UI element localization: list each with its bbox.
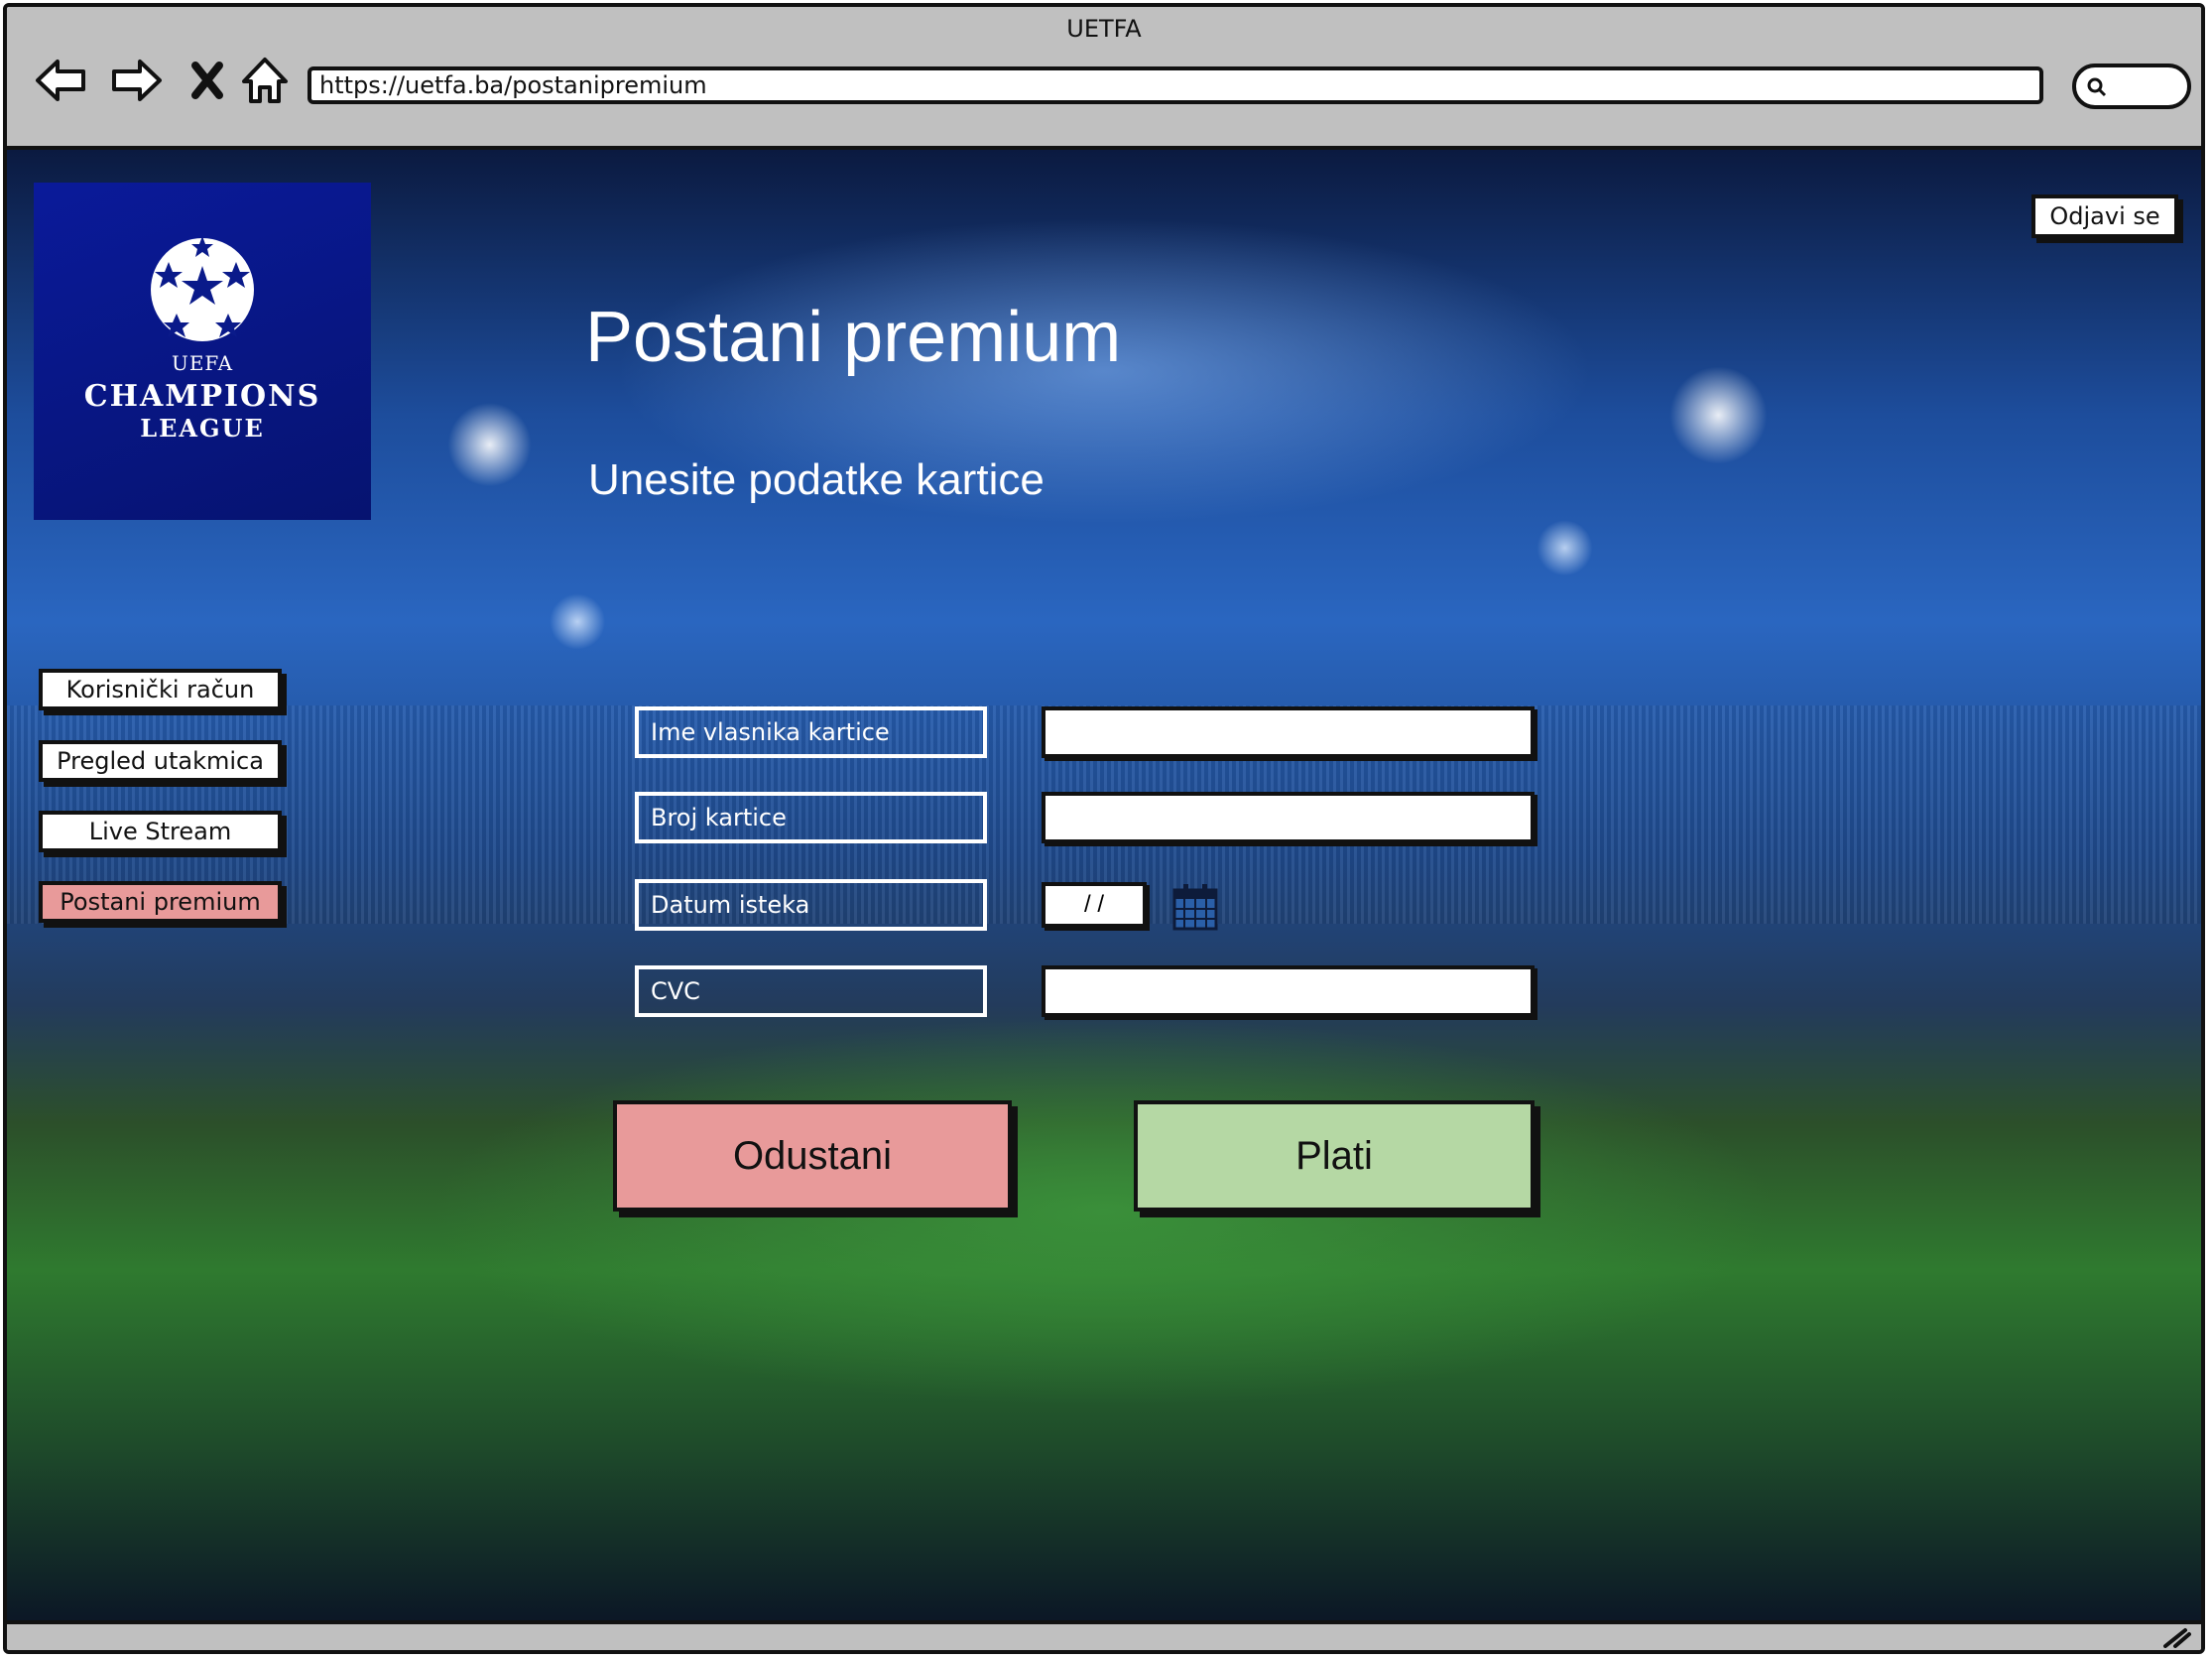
browser-titlebar: UETFA https://uetfa.ba/postanipremium bbox=[7, 7, 2201, 150]
cvc-label: CVC bbox=[635, 965, 987, 1017]
back-icon[interactable] bbox=[32, 51, 91, 110]
page-subtitle: Unesite podatke kartice bbox=[588, 455, 1045, 504]
sidebar-item-premium[interactable]: Postani premium bbox=[39, 881, 282, 923]
window-title: UETFA bbox=[1066, 15, 1142, 43]
cardholder-input[interactable] bbox=[1042, 706, 1535, 758]
sidebar-item-matches[interactable]: Pregled utakmica bbox=[39, 740, 282, 782]
calendar-icon[interactable] bbox=[1171, 882, 1219, 932]
address-bar[interactable]: https://uetfa.ba/postanipremium bbox=[307, 66, 2043, 104]
browser-statusbar bbox=[7, 1620, 2201, 1650]
pay-button[interactable]: Plati bbox=[1134, 1100, 1535, 1212]
page-viewport: UEFA CHAMPIONS LEAGUE Odjavi se Korisnič… bbox=[7, 150, 2201, 1624]
expiry-date-input[interactable] bbox=[1042, 882, 1147, 928]
sidebar-item-live-stream[interactable]: Live Stream bbox=[39, 811, 282, 852]
logout-button[interactable]: Odjavi se bbox=[2031, 194, 2178, 238]
starball-icon bbox=[151, 236, 254, 341]
browser-window: UETFA https://uetfa.ba/postanipremium UE… bbox=[3, 3, 2205, 1654]
search-icon bbox=[2087, 77, 2107, 97]
logo-uefa-text: UEFA bbox=[171, 351, 234, 375]
sidebar-item-account[interactable]: Korisnički račun bbox=[39, 669, 282, 710]
browser-search[interactable] bbox=[2072, 64, 2191, 109]
logo-champions-text: CHAMPIONS bbox=[83, 379, 321, 414]
close-icon[interactable] bbox=[178, 51, 237, 110]
home-icon[interactable] bbox=[235, 51, 295, 110]
card-number-label: Broj kartice bbox=[635, 792, 987, 843]
page-title: Postani premium bbox=[585, 298, 1122, 377]
logo-league-text: LEAGUE bbox=[140, 414, 265, 443]
champions-league-logo: UEFA CHAMPIONS LEAGUE bbox=[34, 183, 371, 520]
cardholder-label: Ime vlasnika kartice bbox=[635, 706, 987, 758]
card-number-input[interactable] bbox=[1042, 792, 1535, 843]
forward-icon[interactable] bbox=[106, 51, 166, 110]
cancel-button[interactable]: Odustani bbox=[613, 1100, 1012, 1212]
resize-grip-icon[interactable] bbox=[2161, 1626, 2191, 1648]
expiry-date-label: Datum isteka bbox=[635, 879, 987, 931]
cvc-input[interactable] bbox=[1042, 965, 1535, 1017]
